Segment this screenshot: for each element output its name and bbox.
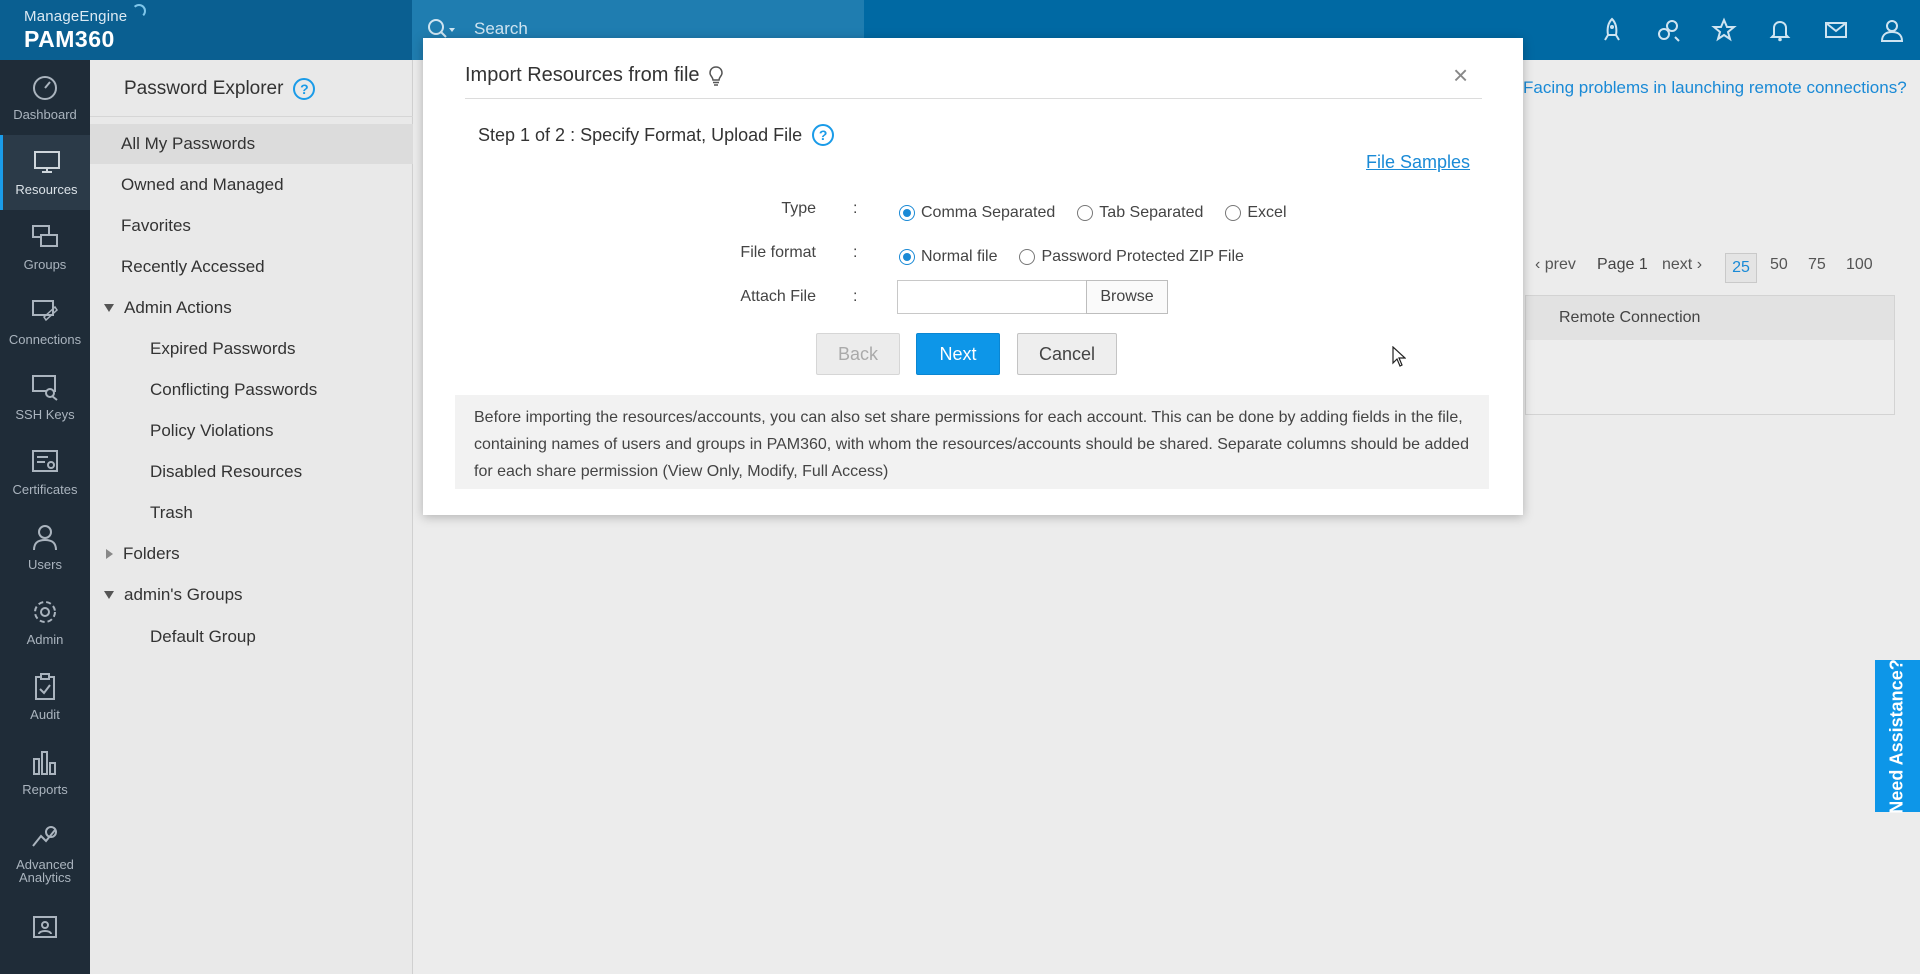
radio-button[interactable] [1077,205,1094,221]
attach-file-input[interactable] [897,280,1087,314]
format-option-normal[interactable]: Normal file [899,248,997,266]
dialog-title-text: Import Resources from file [465,64,700,86]
type-radio-group: Comma Separated Tab Separated Excel [899,204,1309,222]
next-button[interactable]: Next [916,333,1000,375]
radio-label: Normal file [921,248,998,265]
radio-button[interactable] [899,205,915,221]
mouse-cursor-icon [1392,346,1406,367]
radio-button[interactable] [1019,249,1036,265]
file-format-label: File format [740,244,816,261]
help-icon[interactable]: ? [812,124,835,146]
step-title-text: Step 1 of 2 : Specify Format, Upload Fil… [478,124,803,145]
import-resources-dialog: Import Resources from file × Step 1 of 2… [423,38,1523,515]
file-format-radio-group: Normal file Password Protected ZIP File [899,248,1266,266]
colon: : [853,288,858,305]
radio-label: Excel [1247,204,1287,221]
close-icon[interactable]: × [1453,60,1468,91]
colon: : [853,200,858,217]
lightbulb-icon[interactable] [708,65,724,86]
colon: : [853,244,858,261]
attach-file-label: Attach File [740,288,816,305]
radio-label: Tab Separated [1099,204,1204,221]
type-label: Type [781,200,816,217]
format-option-zip[interactable]: Password Protected ZIP File [1019,248,1244,266]
file-samples-link[interactable]: File Samples [1366,152,1470,173]
step-title: Step 1 of 2 : Specify Format, Upload Fil… [478,124,835,146]
type-option-excel[interactable]: Excel [1225,204,1287,222]
browse-button[interactable]: Browse [1086,280,1168,314]
type-option-comma[interactable]: Comma Separated [899,204,1055,222]
back-button[interactable]: Back [816,333,900,375]
radio-button[interactable] [1225,205,1242,221]
radio-button[interactable] [899,249,915,265]
type-option-tab[interactable]: Tab Separated [1077,204,1203,222]
radio-label: Comma Separated [921,204,1056,221]
dialog-title: Import Resources from file [465,64,724,87]
radio-label: Password Protected ZIP File [1041,248,1244,265]
need-assistance-tab[interactable]: Need Assistance? [1875,658,1920,814]
need-assistance-label: Need Assistance? [1887,658,1907,814]
share-permission-info: Before importing the resources/accounts,… [455,395,1489,489]
cancel-button[interactable]: Cancel [1017,333,1117,375]
divider [465,98,1482,99]
